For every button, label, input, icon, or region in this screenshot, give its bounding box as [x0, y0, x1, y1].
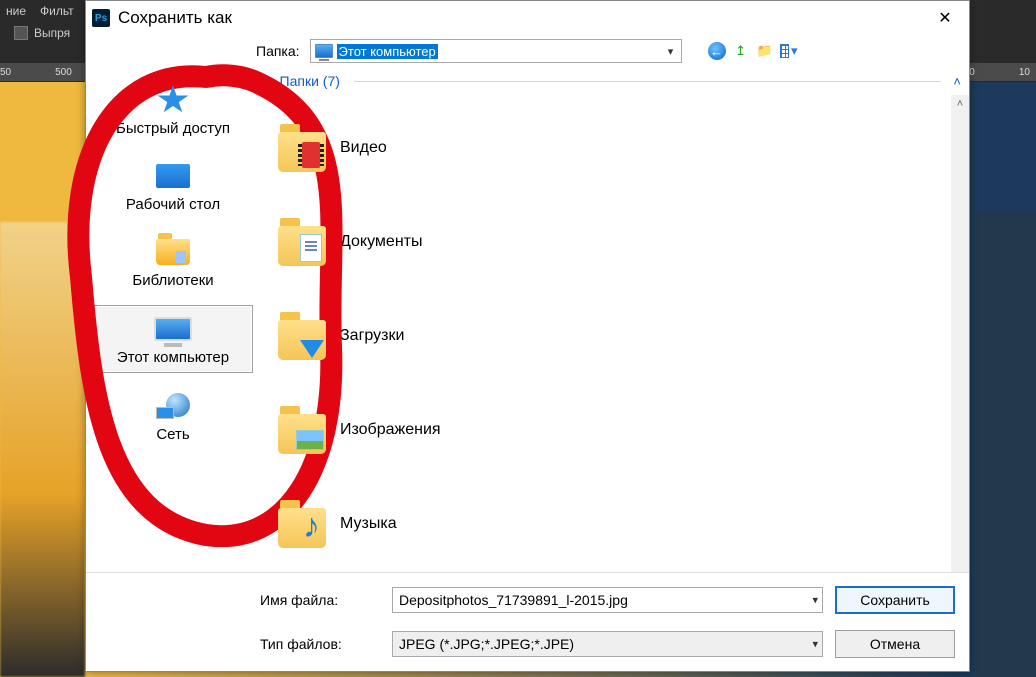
- scroll-up-icon[interactable]: ˄: [951, 95, 969, 113]
- file-list: Видео Документы Загрузки: [260, 95, 951, 572]
- filename-value: Depositphotos_71739891_l-2015.jpg: [399, 592, 628, 608]
- cancel-button[interactable]: Отмена: [835, 630, 955, 658]
- places-sidebar: Быстрый доступ Рабочий стол Библиотеки Э…: [86, 67, 260, 572]
- save-as-dialog: Ps Сохранить как ✕ Папка: Этот компьютер…: [85, 0, 970, 672]
- downloads-folder-icon: [278, 312, 326, 360]
- pictures-folder-icon: [278, 406, 326, 454]
- path-label: Папка:: [256, 43, 300, 59]
- path-row: Папка: Этот компьютер ▾ ← ↥ 📁 ▾: [86, 35, 969, 67]
- place-label: Библиотеки: [132, 272, 213, 289]
- filename-input[interactable]: Depositphotos_71739891_l-2015.jpg ▾: [392, 587, 823, 613]
- item-label: Музыка: [340, 515, 397, 533]
- this-pc-icon: [315, 44, 333, 58]
- place-this-pc[interactable]: Этот компьютер: [93, 305, 253, 373]
- disclosure-triangle-icon: ▾: [268, 75, 274, 88]
- this-pc-icon: [154, 317, 192, 341]
- path-combo[interactable]: Этот компьютер ▾: [310, 39, 682, 63]
- photoshop-toolbar-fragment: Выпря: [14, 26, 70, 40]
- filetype-value: JPEG (*.JPG;*.JPEG;*.JPE): [399, 636, 574, 652]
- dialog-titlebar: Ps Сохранить как ✕: [86, 1, 969, 35]
- place-desktop[interactable]: Рабочий стол: [93, 153, 253, 219]
- chevron-down-icon: ▾: [661, 45, 681, 58]
- place-label: Быстрый доступ: [116, 120, 230, 137]
- photoshop-badge-icon: Ps: [92, 9, 110, 27]
- folder-item-documents[interactable]: Документы: [278, 195, 951, 289]
- place-label: Рабочий стол: [126, 196, 220, 213]
- folder-item-downloads[interactable]: Загрузки: [278, 289, 951, 383]
- item-label: Видео: [340, 139, 387, 157]
- desktop-icon: [156, 164, 190, 188]
- filetype-select[interactable]: JPEG (*.JPG;*.JPEG;*.JPE) ▾: [392, 631, 823, 657]
- group-header[interactable]: ▾ Папки (7) ˄: [260, 67, 969, 95]
- place-quick-access[interactable]: Быстрый доступ: [93, 77, 253, 143]
- place-label: Этот компьютер: [117, 349, 229, 366]
- item-label: Изображения: [340, 421, 441, 439]
- vertical-scrollbar[interactable]: ˄: [951, 95, 969, 572]
- bottom-form: Имя файла: Depositphotos_71739891_l-2015…: [86, 572, 969, 671]
- filetype-label: Тип файлов:: [260, 636, 380, 652]
- new-folder-icon[interactable]: 📁: [756, 42, 774, 60]
- view-menu-icon[interactable]: ▾: [780, 42, 798, 60]
- nav-icon-strip: ← ↥ 📁 ▾: [708, 42, 798, 60]
- group-header-label: Папки (7): [280, 73, 340, 89]
- straighten-icon: [14, 26, 28, 40]
- save-button[interactable]: Сохранить: [835, 586, 955, 614]
- chevron-down-icon: ▾: [812, 638, 818, 651]
- dialog-title: Сохранить как: [118, 8, 232, 28]
- place-libraries[interactable]: Библиотеки: [93, 229, 253, 295]
- back-icon[interactable]: ←: [708, 42, 726, 60]
- folder-item-music[interactable]: ♪ Музыка: [278, 477, 951, 571]
- videos-folder-icon: [278, 124, 326, 172]
- group-divider: [354, 81, 942, 82]
- folder-item-pictures[interactable]: Изображения: [278, 383, 951, 477]
- place-label: Сеть: [156, 426, 189, 443]
- up-one-level-icon[interactable]: ↥: [732, 42, 750, 60]
- collapse-icon[interactable]: ˄: [953, 74, 961, 89]
- filename-label: Имя файла:: [260, 592, 380, 608]
- photoshop-menu-fragment: ние Фильт: [0, 0, 74, 22]
- chevron-down-icon: ▾: [812, 594, 818, 607]
- folder-item-video[interactable]: Видео: [278, 101, 951, 195]
- documents-folder-icon: [278, 218, 326, 266]
- libraries-icon: [156, 239, 190, 265]
- item-label: Загрузки: [340, 327, 404, 345]
- content-pane: ▾ Папки (7) ˄ Видео: [260, 67, 969, 572]
- place-network[interactable]: Сеть: [93, 383, 253, 449]
- star-icon: [157, 85, 189, 115]
- item-label: Документы: [340, 233, 422, 251]
- close-button[interactable]: ✕: [925, 4, 965, 32]
- network-icon: [156, 393, 190, 419]
- music-folder-icon: ♪: [278, 500, 326, 548]
- path-value: Этот компьютер: [337, 44, 438, 59]
